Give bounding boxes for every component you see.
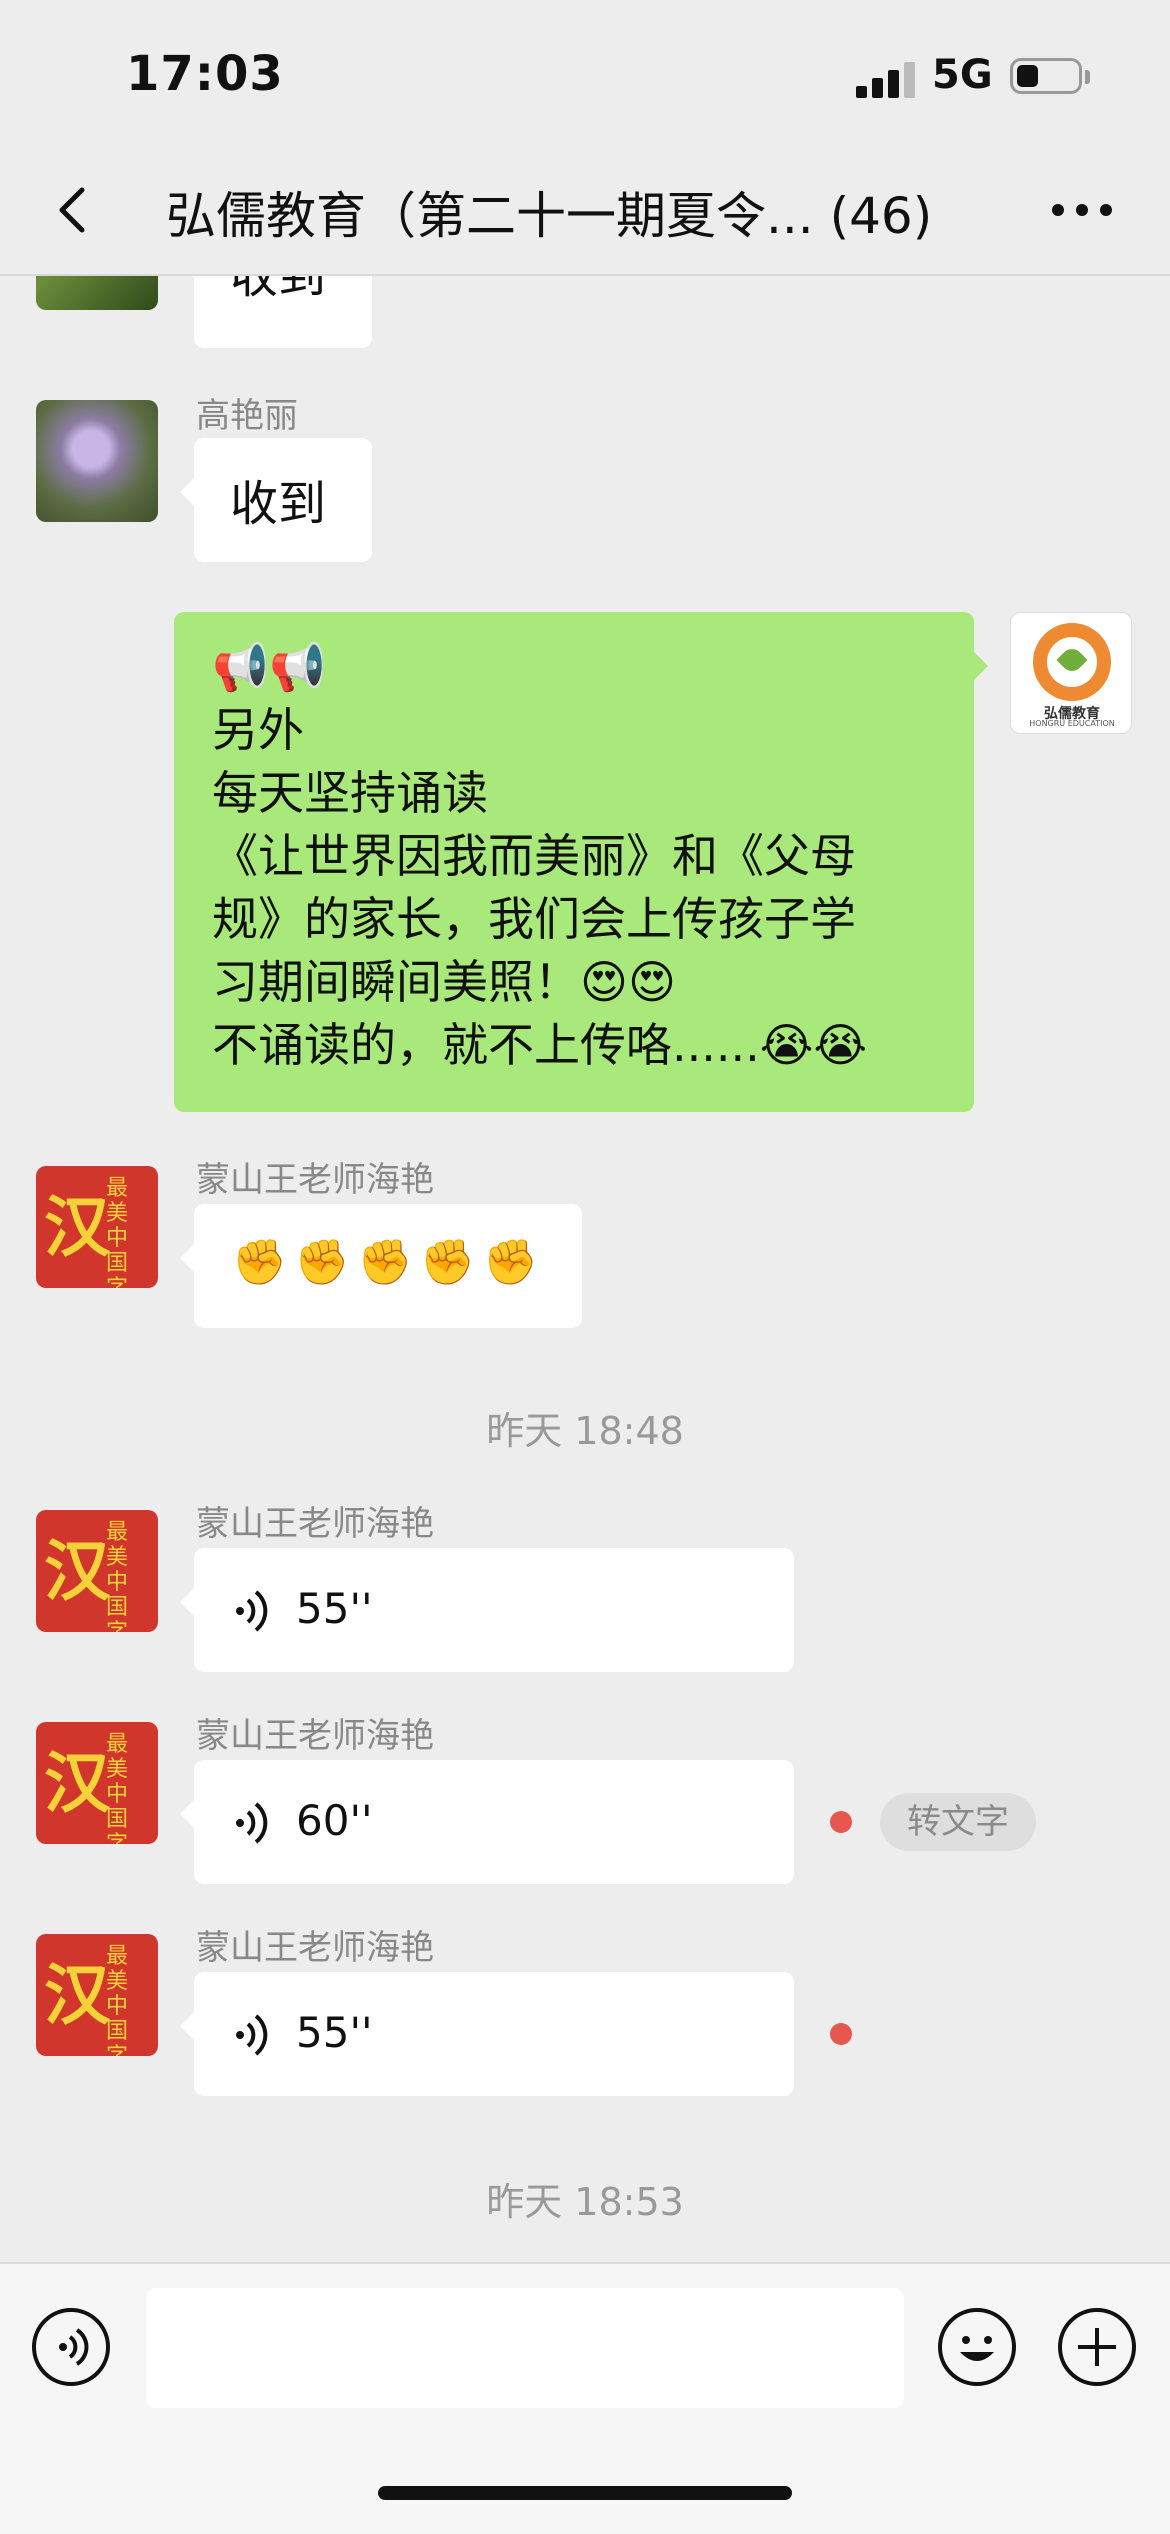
unread-dot	[830, 1811, 852, 1833]
avatar[interactable]: 汉最美中国字	[36, 1166, 158, 1288]
message-text: 收到	[230, 276, 327, 304]
message-input[interactable]	[146, 2288, 904, 2408]
voice-wave-icon	[236, 1590, 268, 1632]
nav-bar: 弘儒教育（第二十一期夏令... (46)	[0, 150, 1170, 276]
voice-message[interactable]: 55''	[180, 1972, 794, 2096]
voice-duration: 60''	[296, 1796, 373, 1845]
sender-name: 高艳丽	[196, 396, 298, 436]
avatar[interactable]: 汉最美中国字	[36, 1934, 158, 2056]
voice-message[interactable]: 60''	[180, 1760, 794, 1884]
voice-mode-icon[interactable]	[32, 2308, 110, 2386]
network-type: 5G	[932, 52, 993, 98]
message-bubble-self[interactable]: 📢📢 另外 每天坚持诵读 《让世界因我而美丽》和《父母 规》的家长，我们会上传孩…	[174, 612, 988, 1112]
sender-name: 蒙山王老师海艳	[196, 1716, 434, 1756]
message-text: 收到	[230, 476, 327, 532]
battery-icon	[1010, 58, 1082, 94]
input-bar	[0, 2262, 1170, 2534]
logo-icon	[1033, 623, 1111, 701]
message-text: 📢📢 另外 每天坚持诵读 《让世界因我而美丽》和《父母 规》的家长，我们会上传孩…	[212, 640, 868, 1072]
voice-wave-icon	[236, 2014, 268, 2056]
avatar[interactable]: 汉最美中国字	[36, 1510, 158, 1632]
message-text: ✊✊✊✊✊	[232, 1237, 546, 1288]
chat-title: 弘儒教育（第二十一期夏令... (46)	[166, 187, 933, 245]
avatar[interactable]	[36, 400, 158, 522]
voice-duration: 55''	[296, 2008, 373, 2057]
sender-name: 蒙山王老师海艳	[196, 1504, 434, 1544]
plus-icon[interactable]	[1058, 2308, 1136, 2386]
status-time: 17:03	[126, 46, 284, 102]
avatar[interactable]	[36, 276, 158, 310]
unread-dot	[830, 2023, 852, 2045]
logo-sub: HONGRU EDUCATION	[1029, 719, 1115, 728]
battery-cap	[1085, 70, 1090, 84]
voice-wave-icon	[236, 1802, 268, 1844]
signal-icon	[856, 62, 918, 98]
sender-name: 蒙山王老师海艳	[196, 1160, 434, 1200]
message-bubble[interactable]: 收到	[180, 276, 372, 348]
chevron-left-icon[interactable]	[46, 180, 106, 240]
home-indicator	[378, 2486, 792, 2500]
status-bar: 17:03 5G	[0, 0, 1170, 150]
voice-duration: 55''	[296, 1584, 373, 1633]
voice-message[interactable]: 55''	[180, 1548, 794, 1672]
chat-area[interactable]: 收到 高艳丽 收到 📢📢 另外 每天坚持诵读 《让世界因我而美丽》和《父母 规》…	[0, 276, 1170, 2260]
ellipsis-icon[interactable]	[1048, 198, 1118, 222]
emoji-icon[interactable]	[938, 2308, 1016, 2386]
avatar-self[interactable]: 弘儒教育 HONGRU EDUCATION	[1010, 612, 1132, 734]
avatar[interactable]: 汉最美中国字	[36, 1722, 158, 1844]
convert-to-text-button[interactable]: 转文字	[880, 1793, 1036, 1851]
sender-name: 蒙山王老师海艳	[196, 1928, 434, 1968]
message-bubble[interactable]: ✊✊✊✊✊	[180, 1204, 582, 1328]
message-bubble[interactable]: 收到	[180, 438, 372, 562]
time-divider: 昨天 18:53	[486, 2180, 684, 2224]
time-divider: 昨天 18:48	[486, 1409, 684, 1453]
